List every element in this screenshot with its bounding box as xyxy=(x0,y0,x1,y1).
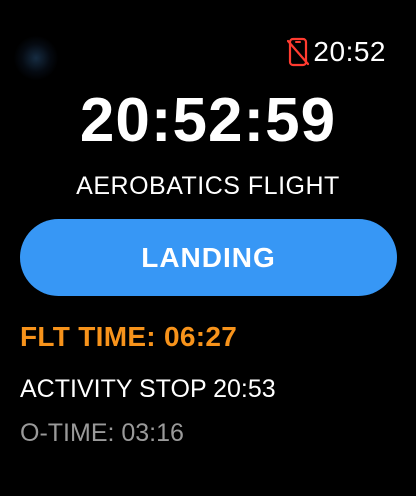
watch-screen: 20:52 20:52:59 AEROBATICS FLIGHT LANDING… xyxy=(0,0,416,496)
flight-time: FLT TIME: 06:27 xyxy=(20,321,238,352)
background-glow xyxy=(14,36,58,80)
activity-name: AEROBATICS FLIGHT xyxy=(76,172,340,200)
status-time: 20:52 xyxy=(313,36,386,67)
phone-disconnected-icon xyxy=(287,37,310,67)
current-time: 20:52:59 xyxy=(79,86,337,155)
landing-button[interactable]: LANDING xyxy=(20,219,397,296)
activity-stop-time: ACTIVITY STOP 20:53 xyxy=(20,375,276,403)
status-bar: 20:52 xyxy=(287,34,386,70)
o-time: O-TIME: 03:16 xyxy=(20,419,184,447)
